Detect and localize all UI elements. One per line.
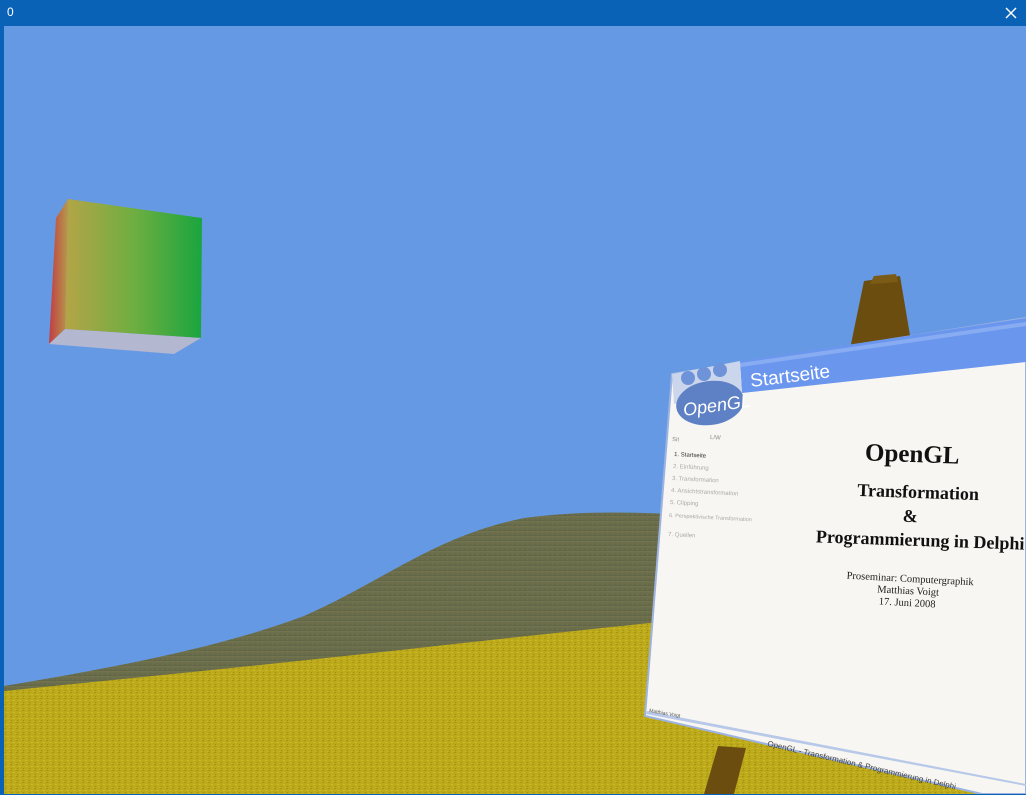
nav-top-left: Sit [672,437,680,443]
title-bar[interactable]: 0 [0,0,1026,26]
opengl-viewport[interactable]: OpenGL Startseite Sit L/W 1. Startseite … [4,26,1026,794]
window-title: 0 [7,5,14,19]
slide-title: OpenGL [865,439,960,469]
app-window: 0 OpenGL Startseite Sit L/W 1. Startseit… [0,0,1026,795]
slide-subtitle-2: & [902,506,918,527]
presentation-slide: OpenGL Startseite Sit L/W 1. Startseite … [643,316,1026,794]
slide-subtitle-1: Transformation [857,480,979,504]
close-icon [1005,7,1017,19]
close-button[interactable] [996,0,1026,26]
nav-top-right: L/W [710,435,721,442]
3d-scene: OpenGL Startseite Sit L/W 1. Startseite … [4,26,1026,794]
floating-cube [49,199,202,354]
